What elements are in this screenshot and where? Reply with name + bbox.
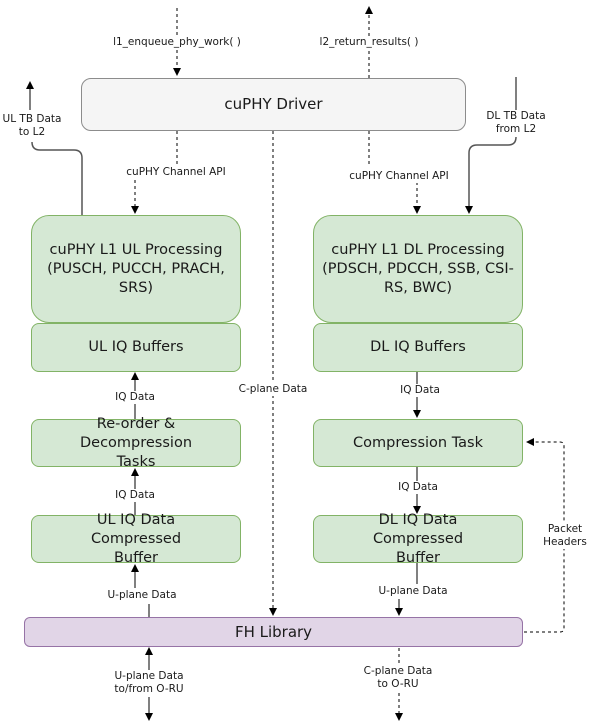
dl-iq-buffers-label: DL IQ Buffers	[370, 339, 466, 355]
label-iq-data-ul-2: IQ Data	[114, 489, 156, 502]
compression-task-label: Compression Task	[353, 434, 483, 451]
label-channel-api-dl: cuPHY Channel API	[348, 170, 450, 183]
dl-iq-buffers-node: DL IQ Buffers	[313, 323, 523, 372]
ul-processing-label: cuPHY L1 UL Processing (PUSCH, PUCCH, PR…	[47, 241, 225, 296]
fh-library-label: FH Library	[234, 622, 313, 641]
label-u-plane-ul: U-plane Data	[106, 589, 178, 602]
label-iq-data-ul-1: IQ Data	[114, 391, 156, 404]
cuphy-driver-node: cuPHY Driver	[81, 78, 466, 131]
dl-compressed-buffer-node: DL IQ Data Compressed Buffer	[313, 512, 523, 566]
edge-ul-tb-data	[31, 141, 83, 215]
dl-processing-node: cuPHY L1 DL Processing (PDSCH, PDCCH, SS…	[313, 215, 523, 323]
label-iq-data-dl-1: IQ Data	[399, 384, 441, 397]
label-l2-return: l2_return_results( )	[318, 36, 420, 49]
label-packet-headers: Packet Headers	[539, 523, 589, 549]
label-ul-tb-data: UL TB Data to L2	[0, 113, 66, 139]
reorder-decompression-node: Re-order & Decompression Tasks	[31, 416, 241, 470]
dl-compressed-buffer-label: DL IQ Data Compressed Buffer	[372, 511, 464, 566]
ul-compressed-buffer-label: UL IQ Data Compressed Buffer	[90, 511, 182, 566]
ul-compressed-buffer-node: UL IQ Data Compressed Buffer	[31, 512, 241, 566]
label-u-plane-oru: U-plane Data to/from O-RU	[109, 670, 189, 696]
label-u-plane-dl: U-plane Data	[377, 585, 449, 598]
ul-iq-buffers-label: UL IQ Buffers	[88, 339, 184, 355]
compression-task-node: Compression Task	[313, 419, 523, 467]
dl-processing-label: cuPHY L1 DL Processing (PDSCH, PDCCH, SS…	[322, 241, 514, 296]
label-iq-data-dl-2: IQ Data	[397, 481, 439, 494]
reorder-decompression-label: Re-order & Decompression Tasks	[79, 415, 193, 470]
ul-processing-node: cuPHY L1 UL Processing (PUSCH, PUCCH, PR…	[31, 215, 241, 323]
label-dl-tb-data: DL TB Data from L2	[484, 110, 548, 136]
label-c-plane-oru: C-plane Data to O-RU	[361, 665, 435, 691]
cuphy-driver-label: cuPHY Driver	[224, 95, 323, 113]
label-c-plane-data: C-plane Data	[237, 383, 309, 396]
label-l1-enqueue: l1_enqueue_phy_work( )	[112, 36, 242, 49]
ul-iq-buffers-node: UL IQ Buffers	[31, 323, 241, 372]
fh-library-node: FH Library	[24, 617, 523, 647]
label-channel-api-ul: cuPHY Channel API	[125, 166, 227, 179]
